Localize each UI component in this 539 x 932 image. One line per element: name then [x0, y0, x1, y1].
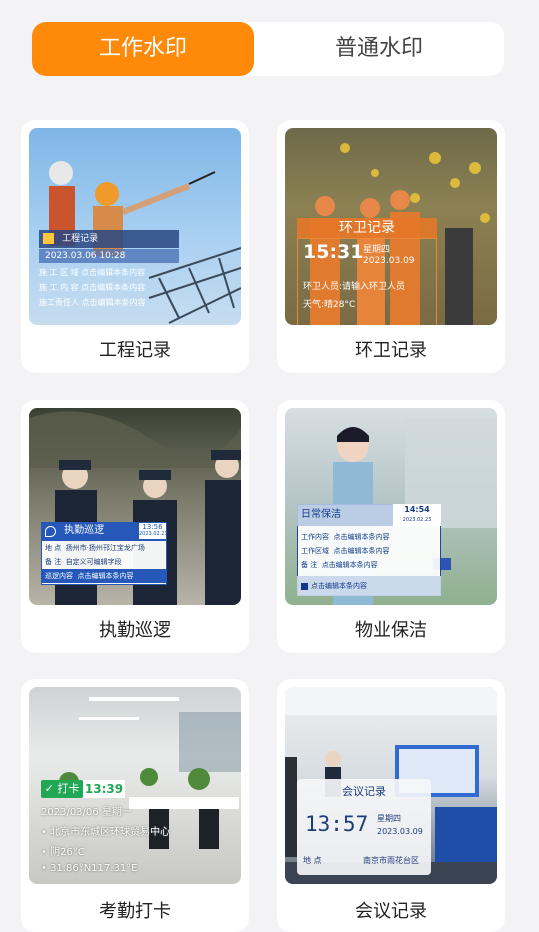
patrol-row: 备 注 自定义可编辑字段: [45, 558, 122, 566]
engineering-badge-icon: [43, 233, 54, 244]
tab-work-watermark[interactable]: 工作水印: [32, 22, 254, 76]
patrol-time-box: 13:56 2023.02.23: [138, 522, 168, 540]
engineering-row: 施工责任人 点击编辑本条内容: [39, 298, 146, 307]
shield-icon: [45, 526, 56, 537]
patrol-thumbnail: 执勤巡逻 13:56 2023.02.23 地 点 扬州市·扬州邗江宝龙广场 备…: [29, 408, 241, 605]
template-card-patrol[interactable]: 执勤巡逻 13:56 2023.02.23 地 点 扬州市·扬州邗江宝龙广场 备…: [21, 400, 249, 653]
sanitation-person: 环卫人员:请输入环卫人员: [303, 282, 406, 292]
engineering-row: 施 工 内 容 点击编辑本条内容: [39, 283, 146, 292]
engineering-datetime: 2023.03.06 10:28: [39, 249, 179, 263]
location-pin-icon: [301, 582, 308, 590]
cleaning-overlay-title: 日常保洁: [297, 504, 393, 526]
card-label: 工程记录: [99, 340, 171, 361]
attendance-thumbnail: ✓ 打卡 13:39 2023/03/06 星期一 • 北京市东城区环球贸易中心…: [29, 687, 241, 884]
card-label: 执勤巡逻: [99, 620, 171, 641]
card-label: 环卫记录: [355, 340, 427, 361]
cleaning-row: 工作内容 点击编辑本条内容: [301, 533, 390, 541]
clock-in-coords: • 31.86°N117.31°E: [41, 863, 138, 874]
meeting-overlay-title: 会议记录: [342, 785, 386, 798]
watermark-type-tabs: 工作水印 普通水印: [32, 22, 504, 76]
cleaning-thumbnail: 日常保洁 14:54 2023.02.23 工作内容 点击编辑本条内容 工作区域…: [285, 408, 497, 605]
clock-in-location: • 北京市东城区环球贸易中心: [41, 827, 171, 838]
sanitation-weekday: 星期四: [363, 245, 391, 255]
engineering-rows: 施 工 区 域 点击编辑本条内容 施 工 内 容 点击编辑本条内容 施工责任人 …: [39, 265, 181, 310]
patrol-time: 13:56: [142, 523, 163, 531]
tab-normal-watermark[interactable]: 普通水印: [254, 22, 504, 76]
sanitation-weather: 天气:晴28°C: [303, 300, 356, 310]
meeting-date: 2023.03.09: [377, 827, 423, 836]
cleaning-time: 14:54: [404, 505, 430, 514]
sanitation-date: 2023.03.09: [363, 256, 415, 266]
card-label: 考勤打卡: [99, 901, 171, 922]
engineering-overlay-header: 工程记录: [39, 230, 179, 248]
cleaning-row: 工作区域 点击编辑本条内容: [301, 547, 390, 555]
clock-in-time: 13:39: [83, 780, 125, 798]
meeting-thumbnail: 会议记录 13:57 星期四 2023.03.09 地 点 南京市雨花台区: [285, 687, 497, 884]
engineering-row: 施 工 区 域 点击编辑本条内容: [39, 268, 146, 277]
clock-in-date: 2023/03/06 星期一: [41, 807, 132, 818]
meeting-location-key: 地 点: [303, 856, 322, 865]
template-card-meeting[interactable]: 会议记录 13:57 星期四 2023.03.09 地 点 南京市雨花台区 会议…: [277, 679, 505, 932]
cleaning-footer: 点击编辑本条内容: [297, 576, 441, 596]
patrol-overlay-header: 执勤巡逻: [41, 522, 138, 540]
template-card-cleaning[interactable]: 日常保洁 14:54 2023.02.23 工作内容 点击编辑本条内容 工作区域…: [277, 400, 505, 653]
template-card-attendance[interactable]: ✓ 打卡 13:39 2023/03/06 星期一 • 北京市东城区环球贸易中心…: [21, 679, 249, 932]
meeting-time: 13:57: [305, 812, 369, 836]
template-card-sanitation[interactable]: 环卫记录 15:31 星期四 2023.03.09 环卫人员:请输入环卫人员 天…: [277, 120, 505, 373]
cleaning-rows: 工作内容 点击编辑本条内容 工作区域 点击编辑本条内容 备 注 点击编辑本条内容: [301, 530, 437, 572]
template-card-engineering[interactable]: 工程记录 2023.03.06 10:28 施 工 区 域 点击编辑本条内容 施…: [21, 120, 249, 373]
patrol-date: 2023.02.23: [139, 531, 168, 537]
patrol-row: 巡逻内容 点击编辑本条内容: [42, 569, 166, 583]
sanitation-overlay-title: 环卫记录: [297, 218, 437, 238]
engineering-thumbnail: 工程记录 2023.03.06 10:28 施 工 区 域 点击编辑本条内容 施…: [29, 128, 241, 325]
card-label: 会议记录: [355, 901, 427, 922]
sanitation-time: 15:31: [303, 241, 364, 263]
patrol-rows: 地 点 扬州市·扬州邗江宝龙广场 备 注 自定义可编辑字段 巡逻内容 点击编辑本…: [41, 540, 167, 585]
clock-in-weather: • 阴26°C: [41, 847, 85, 858]
meeting-location-value: 南京市雨花台区: [363, 856, 419, 865]
cleaning-time-box: 14:54 2023.02.23: [393, 504, 441, 526]
cleaning-date: 2023.02.23: [402, 517, 432, 523]
card-label: 物业保洁: [355, 620, 427, 641]
clock-in-badge: ✓ 打卡: [41, 780, 83, 798]
cleaning-row: 备 注 点击编辑本条内容: [301, 561, 378, 569]
meeting-weekday: 星期四: [377, 814, 401, 823]
sanitation-thumbnail: 环卫记录 15:31 星期四 2023.03.09 环卫人员:请输入环卫人员 天…: [285, 128, 497, 325]
patrol-row: 地 点 扬州市·扬州邗江宝龙广场: [45, 544, 145, 552]
